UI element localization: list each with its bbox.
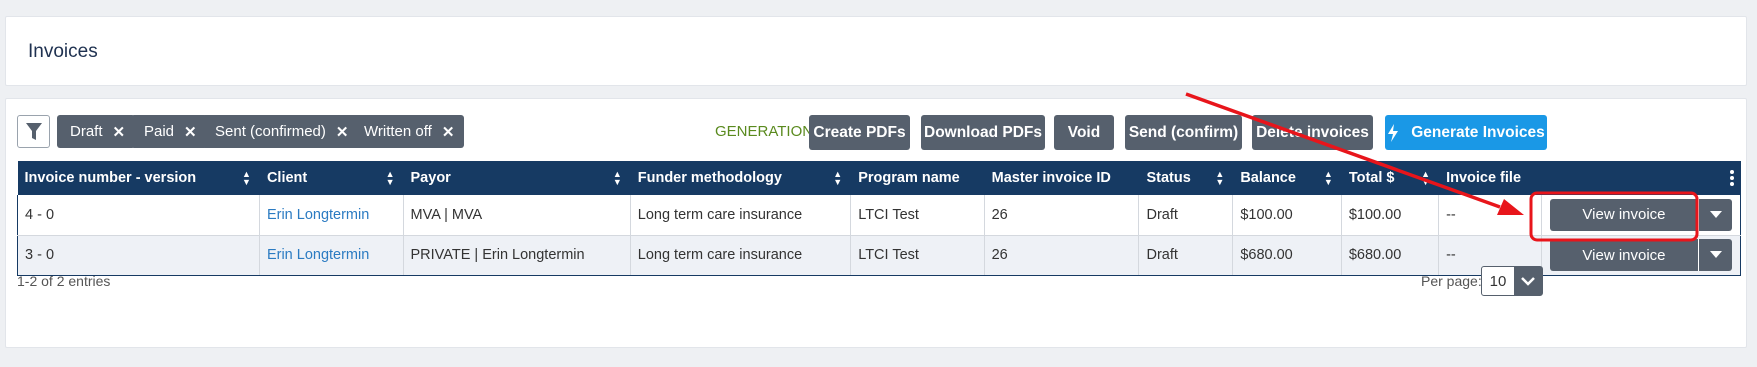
program-name-cell: LTCI Test [850, 235, 985, 276]
kebab-menu-icon[interactable] [1730, 170, 1734, 186]
invoice-number-cell: 4 - 0 [17, 195, 260, 236]
view-invoice-button[interactable]: View invoice [1549, 239, 1698, 271]
per-page-select[interactable]: 10 [1481, 266, 1543, 296]
close-icon[interactable]: ✕ [184, 123, 197, 141]
sort-icon: ▲ ▼ [1215, 169, 1225, 187]
column-header-funder-methodology[interactable]: Funder methodology ▲ ▼ [630, 161, 852, 195]
column-header-master-invoice-id: Master invoice ID [984, 161, 1140, 195]
void-button[interactable]: Void [1054, 115, 1114, 150]
funder-methodology-cell: Long term care insurance [630, 235, 852, 276]
column-header-program-name: Program name [850, 161, 985, 195]
sort-icon: ▲ ▼ [1421, 169, 1431, 187]
column-header-invoice-number[interactable]: Invoice number - version ▲ ▼ [17, 161, 260, 195]
close-icon[interactable]: ✕ [113, 123, 126, 141]
view-invoice-button[interactable]: View invoice [1549, 198, 1698, 231]
filter-chip-sent-confirmed[interactable]: Sent (confirmed) ✕ [202, 115, 359, 148]
total-cell: $680.00 [1341, 235, 1440, 276]
chevron-down-icon [1521, 277, 1535, 286]
view-invoice-split-button: View invoice [1549, 198, 1732, 231]
status-cell: Draft [1138, 235, 1234, 276]
view-invoice-dropdown[interactable] [1698, 198, 1732, 231]
send-confirm-button[interactable]: Send (confirm) [1125, 115, 1242, 150]
column-header-actions[interactable] [1541, 161, 1742, 195]
column-header-client[interactable]: Client ▲ ▼ [259, 161, 404, 195]
filter-icon [25, 122, 42, 140]
column-header-payor[interactable]: Payor ▲ ▼ [403, 161, 631, 195]
filter-chip-label: Sent (confirmed) [215, 123, 326, 140]
view-invoice-split-button: View invoice [1549, 239, 1732, 271]
filter-chip-label: Draft [70, 123, 103, 140]
column-header-invoice-file: Invoice file [1438, 161, 1542, 195]
payor-cell: PRIVATE | Erin Longtermin [403, 235, 631, 276]
filter-chip-label: Written off [364, 123, 432, 140]
delete-invoices-button[interactable]: Delete invoices [1252, 115, 1373, 150]
entries-count: 1-2 of 2 entries [17, 273, 111, 289]
filter-chip-paid[interactable]: Paid ✕ [131, 115, 207, 148]
lightning-icon [1388, 123, 1399, 142]
client-link[interactable]: Erin Longtermin [259, 235, 404, 276]
funder-methodology-cell: Long term care insurance [630, 195, 852, 236]
per-page-dropdown[interactable] [1514, 267, 1542, 295]
master-invoice-id-cell: 26 [984, 235, 1140, 276]
action-cell: View invoice [1541, 195, 1742, 236]
chevron-down-icon [1709, 210, 1722, 218]
column-header-balance[interactable]: Balance ▲ ▼ [1232, 161, 1342, 195]
page-header: Invoices [5, 16, 1747, 86]
sort-icon: ▲ ▼ [833, 169, 843, 187]
invoices-panel: Draft ✕ Paid ✕ Sent (confirmed) ✕ Writte… [5, 98, 1747, 348]
client-link[interactable]: Erin Longtermin [259, 195, 404, 236]
sort-icon: ▲ ▼ [612, 169, 622, 187]
view-invoice-dropdown[interactable] [1698, 239, 1732, 271]
sort-icon: ▲ ▼ [1323, 169, 1333, 187]
close-icon[interactable]: ✕ [442, 123, 455, 141]
column-header-status[interactable]: Status ▲ ▼ [1138, 161, 1234, 195]
invoices-table: Invoice number - version ▲ ▼ Client ▲ ▼ Payo… [17, 161, 1742, 276]
payor-cell: MVA | MVA [403, 195, 631, 236]
balance-cell: $100.00 [1232, 195, 1342, 236]
action-cell: View invoice [1541, 235, 1742, 276]
download-pdfs-button[interactable]: Download PDFs [921, 115, 1045, 150]
per-page-label: Per page: [1421, 273, 1482, 289]
create-pdfs-button[interactable]: Create PDFs [809, 115, 910, 150]
filter-chip-written-off[interactable]: Written off ✕ [351, 115, 465, 148]
master-invoice-id-cell: 26 [984, 195, 1140, 236]
sort-icon: ▲ ▼ [242, 169, 251, 187]
chevron-down-icon [1709, 251, 1722, 258]
page-title: Invoices [28, 41, 98, 62]
filter-chip-draft[interactable]: Draft ✕ [57, 115, 136, 148]
table-header-row: Invoice number - version ▲ ▼ Client ▲ ▼ Payo… [17, 161, 1742, 195]
per-page-value: 10 [1482, 267, 1514, 295]
total-cell: $100.00 [1341, 195, 1440, 236]
generate-invoices-button[interactable]: Generate Invoices [1385, 115, 1547, 150]
close-icon[interactable]: ✕ [336, 123, 349, 141]
filter-chip-label: Paid [144, 123, 175, 140]
balance-cell: $680.00 [1232, 235, 1342, 276]
status-cell: Draft [1138, 195, 1234, 236]
invoice-file-cell: -- [1438, 195, 1542, 236]
table-row: 4 - 0 Erin Longtermin MVA | MVA Long ter… [17, 195, 1742, 236]
column-header-total[interactable]: Total $ ▲ ▼ [1341, 161, 1440, 195]
filter-button[interactable] [17, 115, 50, 148]
generate-invoices-label: Generate Invoices [1411, 123, 1545, 141]
sort-icon: ▲ ▼ [385, 169, 395, 187]
invoice-number-cell: 3 - 0 [17, 235, 260, 276]
program-name-cell: LTCI Test [850, 195, 985, 236]
